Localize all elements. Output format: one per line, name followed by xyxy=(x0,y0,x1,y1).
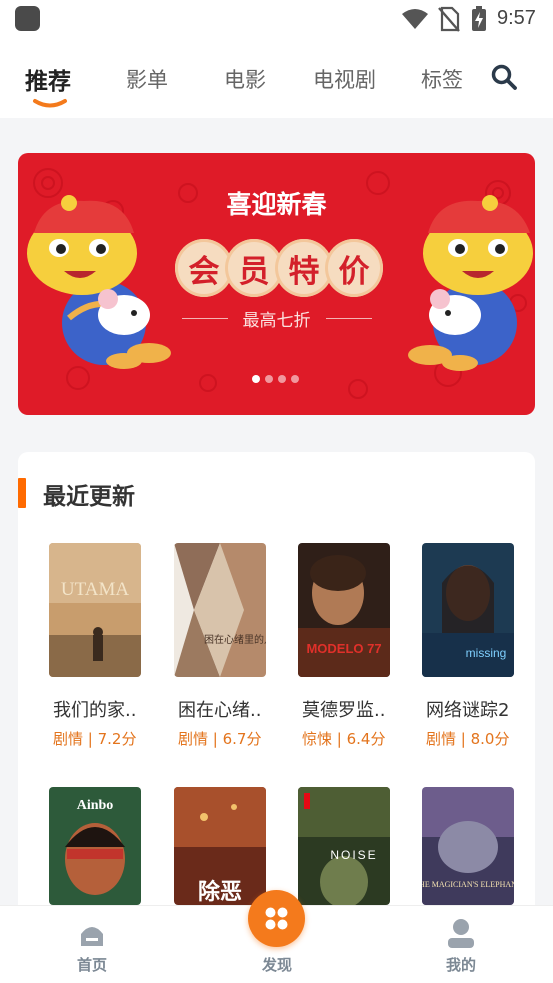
banner-title: 喜迎新春 xyxy=(226,190,327,219)
banner-subtitle: 最高七折 xyxy=(242,311,311,331)
home-icon xyxy=(81,927,103,946)
carousel-dot[interactable] xyxy=(265,375,273,383)
tab-tv-series[interactable]: 电视剧 xyxy=(313,64,376,94)
divider xyxy=(181,318,228,319)
movie-title: 莫德罗监.. xyxy=(302,700,386,721)
nav-discover-label: 发现 xyxy=(261,956,292,974)
movie-meta: 剧情 | 8.0分 xyxy=(426,730,510,748)
movie-poster[interactable]: Ainbo xyxy=(49,787,141,905)
discover-icon xyxy=(265,907,288,930)
active-tab-indicator xyxy=(33,99,67,108)
nav-profile[interactable]: 我的 xyxy=(421,906,501,983)
app-icon xyxy=(15,6,40,31)
movie-meta: 剧情 | 7.2分 xyxy=(53,730,137,748)
status-bar: 9:57 xyxy=(0,0,553,38)
movie-poster[interactable]: NOISE xyxy=(298,787,390,905)
tab-movies[interactable]: 电影 xyxy=(224,64,266,94)
carousel-dots[interactable] xyxy=(252,375,299,383)
status-time: 9:57 xyxy=(497,7,536,29)
tab-tags[interactable]: 标签 xyxy=(421,64,463,94)
poster-title: NOISE xyxy=(330,848,377,862)
search-icon[interactable] xyxy=(490,63,518,91)
movie-poster[interactable]: THE MAGICIAN'S ELEPHANT xyxy=(422,787,514,905)
tab-playlist[interactable]: 影单 xyxy=(126,64,168,94)
nav-home-label: 首页 xyxy=(76,956,107,974)
nav-profile-label: 我的 xyxy=(445,956,476,974)
banner-subtitle-row: 最高七折 xyxy=(18,306,535,331)
wifi-icon xyxy=(402,9,428,29)
banner-pill: 价 xyxy=(325,239,383,297)
poster-title: missing xyxy=(466,646,507,660)
movie-title: 我们的家.. xyxy=(53,700,137,721)
movie-title: 网络谜踪2 xyxy=(426,700,510,721)
poster-title: THE MAGICIAN'S ELEPHANT xyxy=(422,880,514,889)
carousel-dot[interactable] xyxy=(278,375,286,383)
nav-home[interactable]: 首页 xyxy=(52,906,132,983)
movie-poster[interactable]: MODELO 77 xyxy=(298,543,390,677)
poster-title: UTAMA xyxy=(61,579,129,600)
discover-fab[interactable] xyxy=(248,890,305,947)
movie-meta: 惊悚 | 6.4分 xyxy=(302,730,386,748)
poster-title: Ainbo xyxy=(77,798,114,813)
movie-poster[interactable]: missing xyxy=(422,543,514,677)
section-title: 最近更新 xyxy=(43,484,135,510)
movie-poster[interactable]: UTAMA xyxy=(49,543,141,677)
section-accent-bar xyxy=(18,478,26,508)
divider xyxy=(325,318,372,319)
top-tab-bar: 推荐 影单 电影 电视剧 标签 xyxy=(0,38,553,118)
carousel-dot[interactable] xyxy=(252,375,260,383)
battery-charging-icon xyxy=(472,6,486,31)
promo-banner[interactable]: 喜迎新春 会 员 特 价 最高七折 xyxy=(18,153,535,415)
tab-recommend[interactable]: 推荐 xyxy=(25,62,71,96)
profile-icon xyxy=(448,919,474,948)
poster-title: MODELO 77 xyxy=(306,641,381,656)
movie-meta: 剧情 | 6.7分 xyxy=(178,730,262,748)
movie-poster[interactable]: 除恶 xyxy=(174,787,266,905)
banner-pill-char: 价 xyxy=(338,253,370,290)
carousel-dot[interactable] xyxy=(291,375,299,383)
no-sim-icon xyxy=(438,6,460,32)
movie-title: 困在心绪.. xyxy=(178,700,262,721)
poster-title: 困在心绪里的儿子 xyxy=(204,633,266,646)
movie-poster[interactable]: 困在心绪里的儿子 xyxy=(174,543,266,677)
poster-title: 除恶 xyxy=(198,879,242,905)
